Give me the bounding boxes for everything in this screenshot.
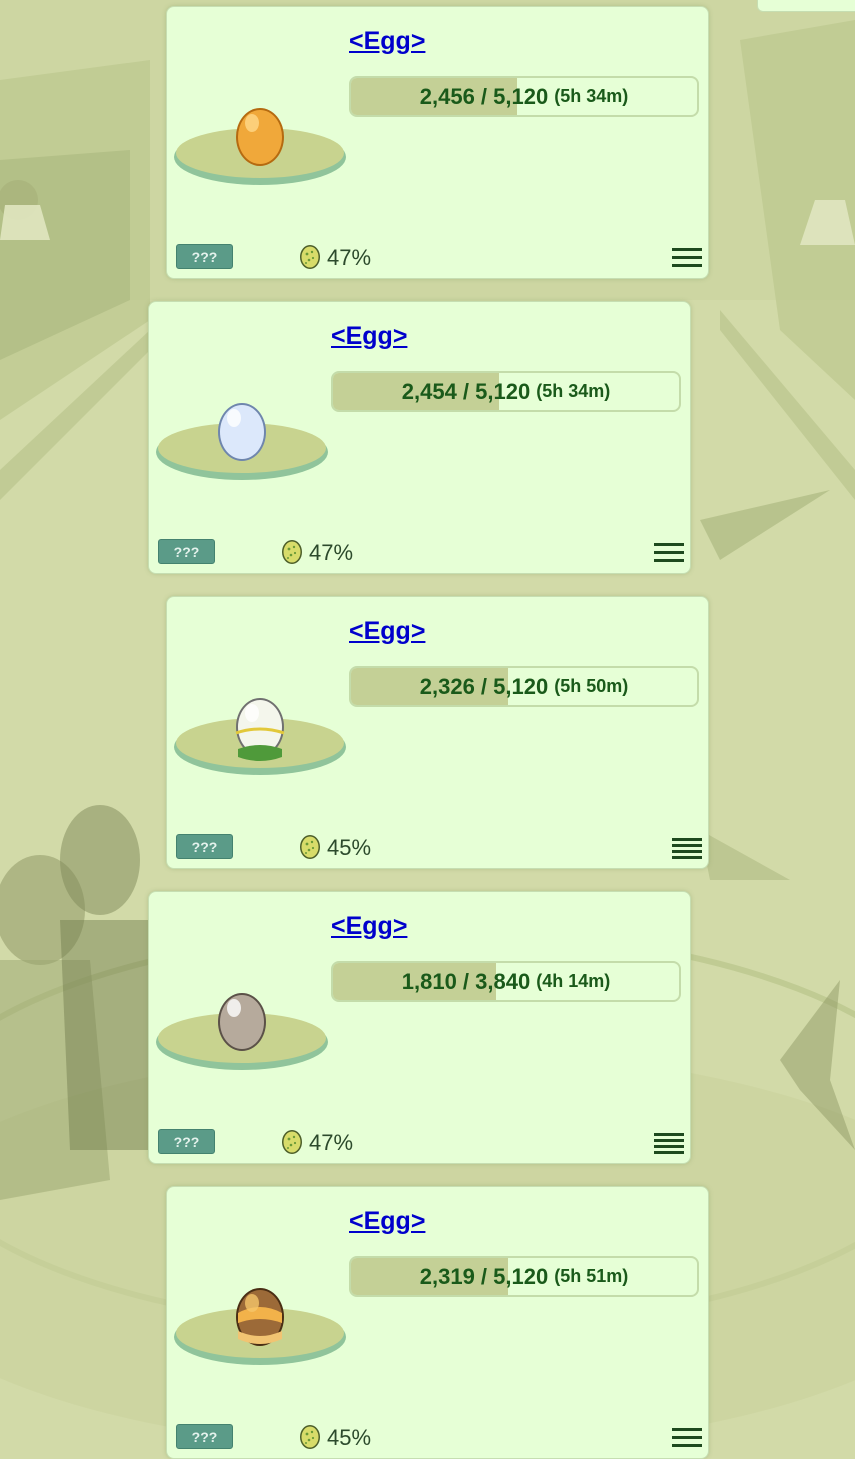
exp-time-remaining: (4h 14m) xyxy=(536,971,611,991)
hatch-percent: 47% xyxy=(299,243,371,273)
egg-sprite xyxy=(235,698,285,761)
hatch-percent: 47% xyxy=(281,538,353,568)
egg-sprite xyxy=(218,403,266,461)
egg-sprite xyxy=(218,993,266,1051)
unknown-type-badge: ??? xyxy=(176,834,233,859)
exp-progress-bar: 2,326 / 5,120 (5h 50m) xyxy=(349,666,699,707)
egg-sprite xyxy=(236,108,284,166)
unknown-type-badge: ??? xyxy=(158,1129,215,1154)
hamburger-menu-icon[interactable] xyxy=(672,835,702,859)
exp-time-remaining: (5h 51m) xyxy=(554,1266,629,1286)
egg-name-link[interactable]: <Egg> xyxy=(331,322,407,351)
exp-value: 2,456 / 5,120 xyxy=(419,83,549,109)
egg-plate xyxy=(174,108,346,185)
egg-name-link[interactable]: <Egg> xyxy=(349,27,425,56)
hatch-percent: 47% xyxy=(281,1128,353,1158)
hatch-percent-value: 47% xyxy=(309,540,354,565)
egg-icon xyxy=(281,537,309,570)
exp-value: 2,326 / 5,120 xyxy=(419,673,549,699)
egg-icon xyxy=(281,1127,309,1160)
exp-time-remaining: (5h 50m) xyxy=(554,676,629,696)
egg-plate xyxy=(174,698,346,775)
hatch-percent-value: 47% xyxy=(309,1130,354,1155)
hamburger-menu-icon[interactable] xyxy=(654,1130,684,1154)
exp-value: 1,810 / 3,840 xyxy=(401,968,531,994)
egg-icon xyxy=(299,832,327,865)
hamburger-menu-icon[interactable] xyxy=(672,245,702,269)
egg-plate xyxy=(156,403,328,480)
exp-value: 2,454 / 5,120 xyxy=(401,378,531,404)
egg-sprite xyxy=(236,1288,284,1346)
egg-card: <Egg> 2,319 / 5,120 (5h 51m) ??? 45% xyxy=(166,1186,709,1459)
egg-name-link[interactable]: <Egg> xyxy=(349,617,425,646)
egg-icon xyxy=(299,242,327,275)
exp-time-remaining: (5h 34m) xyxy=(536,381,611,401)
unknown-type-badge: ??? xyxy=(176,244,233,269)
hatch-percent: 45% xyxy=(299,1423,371,1453)
hatch-percent-value: 45% xyxy=(327,835,372,860)
exp-progress-bar: 2,454 / 5,120 (5h 34m) xyxy=(331,371,681,412)
egg-card: <Egg> 2,326 / 5,120 (5h 50m) ??? 45% xyxy=(166,596,709,869)
egg-card: <Egg> 1,810 / 3,840 (4h 14m) ??? 47% xyxy=(148,891,691,1164)
partial-panel-corner xyxy=(757,0,855,12)
exp-time-remaining: (5h 34m) xyxy=(554,86,629,106)
exp-progress-bar: 2,456 / 5,120 (5h 34m) xyxy=(349,76,699,117)
egg-icon xyxy=(299,1422,327,1455)
egg-card: <Egg> 2,454 / 5,120 (5h 34m) ??? 47% xyxy=(148,301,691,574)
egg-name-link[interactable]: <Egg> xyxy=(331,912,407,941)
hamburger-menu-icon[interactable] xyxy=(654,540,684,564)
unknown-type-badge: ??? xyxy=(176,1424,233,1449)
exp-progress-bar: 1,810 / 3,840 (4h 14m) xyxy=(331,961,681,1002)
hatch-percent-value: 45% xyxy=(327,1425,372,1450)
hamburger-menu-icon[interactable] xyxy=(672,1425,702,1449)
exp-value: 2,319 / 5,120 xyxy=(419,1263,549,1289)
egg-plate xyxy=(156,993,328,1070)
hatch-percent: 45% xyxy=(299,833,371,863)
exp-progress-bar: 2,319 / 5,120 (5h 51m) xyxy=(349,1256,699,1297)
unknown-type-badge: ??? xyxy=(158,539,215,564)
egg-plate xyxy=(174,1288,346,1365)
egg-card: <Egg> 2,456 / 5,120 (5h 34m) ??? 47% xyxy=(166,6,709,279)
egg-name-link[interactable]: <Egg> xyxy=(349,1207,425,1236)
hatch-percent-value: 47% xyxy=(327,245,372,270)
